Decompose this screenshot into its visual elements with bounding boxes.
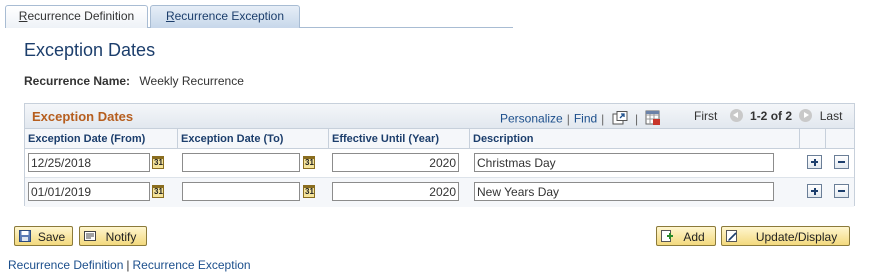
delete-row-icon[interactable] bbox=[834, 184, 849, 198]
table-row bbox=[25, 178, 854, 207]
notify-button[interactable]: Notify bbox=[79, 226, 147, 246]
description-input[interactable] bbox=[474, 153, 774, 172]
footer-links: Recurrence Definition | Recurrence Excepti… bbox=[8, 258, 251, 272]
footer-link-recurrence-definition[interactable]: Recurrence Definition bbox=[8, 258, 123, 272]
table-row bbox=[25, 149, 854, 178]
recurrence-name-value: Weekly Recurrence bbox=[139, 74, 244, 88]
add-label: Add bbox=[683, 230, 705, 244]
description-input[interactable] bbox=[474, 182, 774, 201]
page-title: Exception Dates bbox=[24, 40, 156, 60]
tab-recurrence-exception[interactable]: Recurrence Exception bbox=[150, 5, 300, 28]
exception-date-from-input[interactable] bbox=[28, 153, 150, 172]
update-display-button[interactable]: Update/Display bbox=[721, 226, 850, 246]
add-button[interactable]: Add bbox=[656, 226, 716, 246]
save-button[interactable]: Save bbox=[14, 226, 73, 246]
separator: | bbox=[566, 111, 570, 126]
save-icon bbox=[19, 230, 31, 242]
column-header-delete bbox=[826, 129, 854, 149]
column-header-year: Effective Until (Year) bbox=[329, 129, 470, 149]
delete-row-icon[interactable] bbox=[834, 155, 849, 169]
tab-recurrence-definition[interactable]: Recurrence Definition bbox=[5, 5, 148, 28]
exception-date-to-input[interactable] bbox=[182, 153, 300, 172]
last-label: Last bbox=[819, 109, 843, 123]
update-display-icon bbox=[726, 230, 737, 242]
separator: | bbox=[601, 111, 605, 126]
exception-date-from-input[interactable] bbox=[28, 182, 150, 201]
row-count: 1-2 of 2 bbox=[750, 109, 793, 123]
next-icon[interactable] bbox=[799, 109, 813, 122]
calendar-icon[interactable] bbox=[303, 156, 315, 169]
separator: | bbox=[634, 111, 639, 126]
tab-label: ecurrence Definition bbox=[27, 9, 135, 23]
separator: | bbox=[126, 258, 130, 272]
calendar-icon[interactable] bbox=[303, 185, 315, 198]
find-link[interactable]: Find bbox=[574, 112, 597, 126]
notify-label: Notify bbox=[105, 230, 137, 244]
grid-title: Exception Dates bbox=[32, 109, 134, 124]
notify-icon bbox=[84, 231, 96, 241]
calendar-icon[interactable] bbox=[152, 185, 164, 198]
effective-until-year-input[interactable] bbox=[332, 153, 459, 172]
recurrence-name-row: Recurrence Name: Weekly Recurrence bbox=[24, 74, 244, 88]
first-label: First bbox=[694, 109, 718, 123]
exception-date-to-input[interactable] bbox=[182, 182, 300, 201]
column-header-to: Exception Date (To) bbox=[178, 129, 329, 149]
save-label: Save bbox=[37, 230, 66, 244]
view-all-icon[interactable] bbox=[612, 111, 628, 128]
add-icon bbox=[661, 230, 673, 242]
column-header-description: Description bbox=[470, 129, 800, 149]
tab-bar: Recurrence Definition Recurrence Excepti… bbox=[5, 5, 513, 28]
tab-accesskey: R bbox=[165, 9, 175, 23]
grid-header: Exception Dates Personalize | Find | | Firs… bbox=[25, 104, 854, 129]
column-header-add bbox=[800, 129, 826, 149]
personalize-link[interactable]: Personalize bbox=[500, 112, 563, 126]
recurrence-name-label: Recurrence Name: bbox=[24, 74, 131, 88]
footer-link-recurrence-exception[interactable]: Recurrence Exception bbox=[133, 258, 251, 272]
update-display-label: Update/Display bbox=[755, 230, 838, 244]
previous-icon[interactable] bbox=[729, 109, 743, 122]
calendar-icon[interactable] bbox=[152, 156, 164, 169]
effective-until-year-input[interactable] bbox=[332, 182, 459, 201]
add-row-icon[interactable] bbox=[807, 184, 822, 198]
exception-dates-grid: Exception Dates Personalize | Find | | Firs… bbox=[24, 103, 855, 207]
add-row-icon[interactable] bbox=[807, 155, 822, 169]
column-header-from: Exception Date (From) bbox=[25, 129, 178, 149]
download-excel-icon[interactable] bbox=[645, 110, 661, 129]
grid-toolbar: Personalize | Find | | bbox=[500, 110, 661, 129]
grid-navigation: First 1-2 of 2 Last bbox=[694, 109, 842, 123]
tab-label: ecurrence Exception bbox=[174, 9, 285, 23]
